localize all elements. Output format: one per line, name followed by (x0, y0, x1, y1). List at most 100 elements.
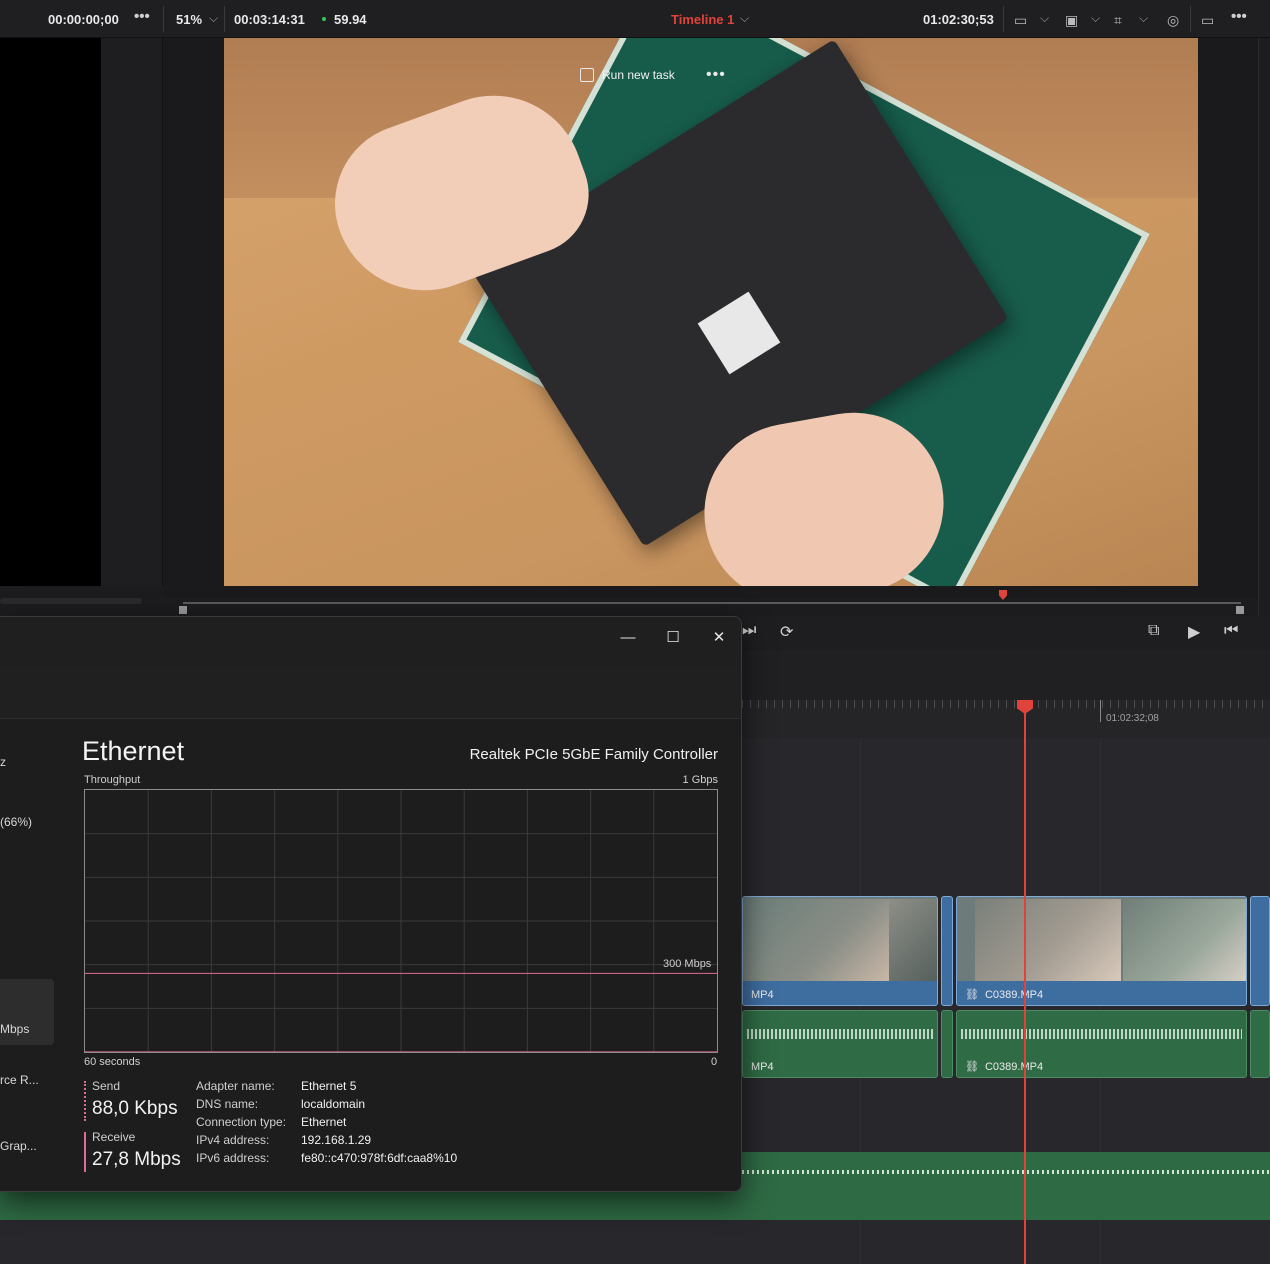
maximize-icon[interactable]: ☐ (650, 623, 696, 653)
sidebar-item-fragment[interactable]: rce R... (0, 1073, 39, 1087)
audio-waveform (742, 1170, 1270, 1174)
minimize-icon[interactable]: — (605, 623, 651, 653)
timeline-playhead[interactable] (1024, 700, 1026, 1264)
viewer-options-icon[interactable]: ••• (1231, 8, 1247, 25)
audio-clip-next[interactable] (1250, 1010, 1270, 1078)
clip-thumbnail (743, 899, 889, 981)
viewer-size-icon[interactable]: ▭ (1014, 12, 1027, 29)
clip-thumbnails (957, 897, 1246, 981)
color-wheel-icon[interactable]: ◎ (1167, 12, 1179, 29)
property-value: localdomain (301, 1097, 366, 1111)
clip-label: ⛓ C0389.MP4 (965, 988, 1043, 1001)
property-value: fe80::c470:978f:6df:caa8%10 (301, 1151, 458, 1165)
clip-thumbnail (889, 899, 937, 981)
property-value: 192.168.1.29 (301, 1133, 372, 1147)
link-icon: ⛓ (965, 989, 979, 1001)
send-label: Send (92, 1079, 121, 1093)
source-scrubber[interactable] (0, 598, 142, 604)
receive-label: Receive (92, 1130, 136, 1144)
timeline-ruler[interactable] (742, 700, 1270, 738)
time-span-label: 60 seconds (84, 1056, 141, 1068)
clip-label: MP4 (751, 1061, 774, 1073)
close-icon[interactable]: ✕ (696, 623, 741, 653)
video-clip-short[interactable] (941, 896, 953, 1006)
viewer-frame-image (224, 38, 1198, 586)
receive-value: 27,8 Mbps (92, 1149, 181, 1170)
inspector-edge (1258, 38, 1270, 650)
proxy-mode-icon[interactable]: ▣ (1065, 12, 1078, 29)
divider (224, 6, 225, 32)
audio-clip-short[interactable] (941, 1010, 953, 1078)
audio-clip-left[interactable]: MP4 (742, 1010, 938, 1078)
property-value: Ethernet 5 (301, 1079, 357, 1093)
loop-icon[interactable]: ⟳ (780, 622, 793, 642)
page-title: Ethernet (82, 736, 185, 766)
viewer-scrubber[interactable] (163, 590, 1258, 616)
sidebar-item-fragment[interactable]: (66%) (0, 815, 32, 829)
property-key: IPv4 address: (196, 1133, 270, 1147)
ruler-timecode: 01:02:32;08 (1106, 713, 1159, 724)
chevron-down-icon[interactable]: ⌵ (1091, 11, 1100, 26)
property-key: DNS name: (196, 1097, 259, 1111)
in-point-marker[interactable] (179, 606, 187, 614)
receive-indicator (84, 1132, 86, 1172)
out-point-marker[interactable] (1236, 606, 1244, 614)
fps-status-dot (322, 17, 326, 21)
transport-controls: ⏭ ⟳ ⧉ ▶ ⏮ (742, 616, 1270, 650)
video-clip-next[interactable] (1250, 896, 1270, 1006)
source-timecode: 00:00:00;00 (48, 12, 119, 27)
fast-forward-icon[interactable]: ⏭ (742, 622, 756, 640)
run-new-task-label: Run new task (602, 68, 675, 82)
property-key: Adapter name: (196, 1079, 275, 1093)
timeline-duration: 00:03:14:31 (234, 12, 305, 27)
clip-thumbnails (743, 897, 937, 981)
link-icon: ⛓ (965, 1061, 979, 1073)
video-clip-c0389[interactable]: ⛓ C0389.MP4 (956, 896, 1247, 1006)
source-options-icon[interactable]: ••• (134, 8, 150, 25)
sidebar-item-fragment[interactable]: Mbps (0, 1022, 29, 1036)
timeline-name[interactable]: Timeline 1 (671, 12, 734, 27)
property-key: IPv6 address: (196, 1151, 270, 1165)
run-new-task-button[interactable]: Run new task (580, 68, 675, 82)
max-scale-label: 1 Gbps (682, 774, 718, 786)
add-task-icon (580, 68, 594, 82)
property-value: Ethernet (301, 1115, 347, 1129)
scrubber-track[interactable] (183, 602, 1241, 604)
scrubber-playhead[interactable] (999, 590, 1007, 600)
sidebar-item-fragment[interactable]: Grap... (0, 1139, 37, 1153)
next-clip-icon[interactable]: ▶ (1188, 622, 1200, 642)
timeline-header (742, 650, 1270, 700)
transform-icon[interactable]: ⌗ (1114, 12, 1122, 29)
more-options-icon[interactable]: ••• (706, 66, 726, 84)
match-frame-icon[interactable]: ⧉ (1148, 622, 1159, 640)
throughput-label: Throughput (84, 774, 141, 786)
chevron-down-icon[interactable]: ⌵ (740, 11, 749, 26)
chevron-down-icon[interactable]: ⌵ (1139, 11, 1148, 26)
clip-thumbnail (1123, 899, 1246, 981)
divider (1003, 6, 1004, 32)
previous-clip-icon[interactable]: ⏮ (1224, 622, 1238, 640)
source-viewer (0, 38, 101, 586)
divider (1190, 6, 1191, 32)
sidebar-item-fragment[interactable]: z (0, 755, 6, 769)
divider (163, 6, 164, 32)
clip-name: C0389.MP4 (984, 1061, 1044, 1073)
zoom-level[interactable]: 51% (176, 12, 202, 27)
ruler-major-tick (1100, 700, 1101, 722)
clip-name: C0389.MP4 (984, 989, 1044, 1001)
clip-label: ⛓ C0389.MP4 (965, 1060, 1043, 1073)
zero-label: 0 (711, 1056, 718, 1068)
fps-value: 59.94 (334, 12, 367, 27)
video-clip-left[interactable]: MP4 (742, 896, 938, 1006)
audio-waveform (961, 1029, 1242, 1039)
clip-label: MP4 (751, 989, 774, 1001)
chevron-down-icon[interactable]: ⌵ (1040, 11, 1049, 26)
audio-clip-c0389[interactable]: ⛓ C0389.MP4 (956, 1010, 1247, 1078)
adapter-description: Realtek PCIe 5GbE Family Controller (469, 746, 718, 763)
chevron-down-icon[interactable]: ⌵ (209, 11, 218, 26)
property-key: Connection type: (196, 1115, 287, 1129)
task-manager-toolbar (0, 669, 741, 719)
cinema-mode-icon[interactable]: ▭ (1201, 12, 1214, 29)
record-timecode: 01:02:30;53 (923, 12, 994, 27)
source-viewer-gap (101, 38, 163, 586)
